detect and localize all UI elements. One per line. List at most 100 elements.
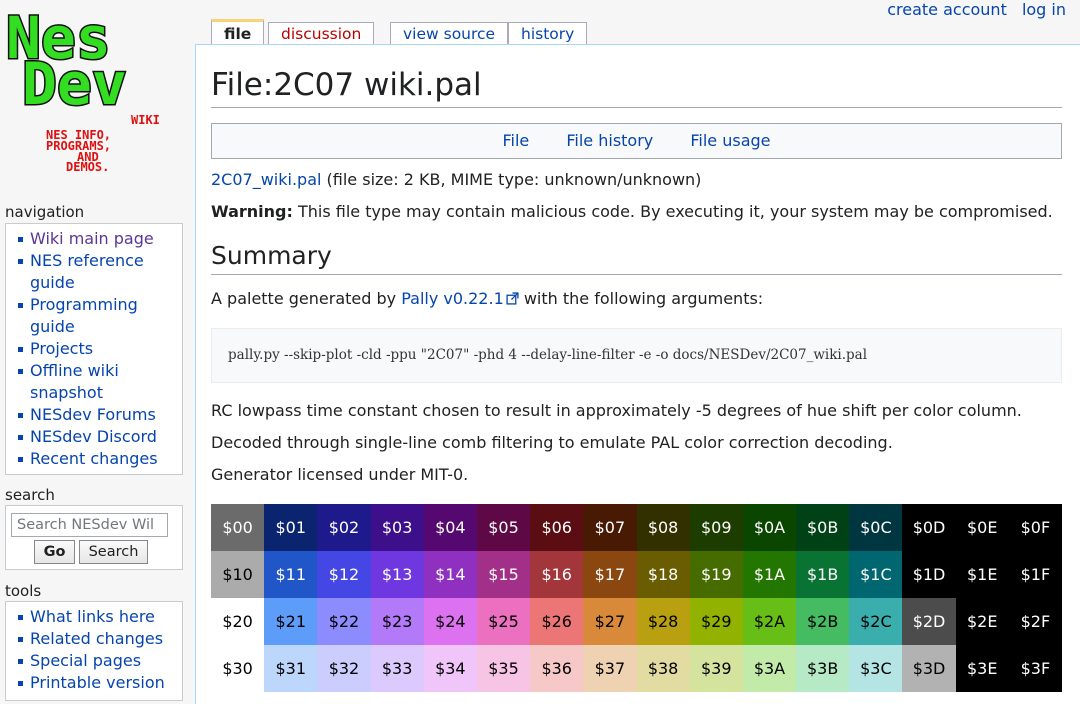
file-toc: File File history File usage <box>211 123 1062 159</box>
palette-cell: $10 <box>211 551 265 598</box>
tab-discussion-label: discussion <box>281 25 362 43</box>
search-heading: search <box>5 486 55 504</box>
nav-wiki-main-page[interactable]: Wiki main page <box>16 228 182 250</box>
palette-cell: $17 <box>583 551 637 598</box>
tab-view-source[interactable]: view source <box>390 22 509 45</box>
palette-cell: $30 <box>211 645 265 692</box>
palette-cell: $2B <box>796 598 850 645</box>
file-info-text: (file size: 2 KB, MIME type: unknown/unk… <box>321 170 702 189</box>
palette-cell: $2E <box>955 598 1009 645</box>
nav-projects[interactable]: Projects <box>16 338 182 360</box>
palette-row: $20 $21 $22 $23 $24 $25 $26 $27 $28 $29 $2A $2B $2C $… <box>211 598 1062 645</box>
palette-cell: $12 <box>317 551 371 598</box>
tab-history-label: history <box>521 25 575 43</box>
warning-text: This file type may contain malicious cod… <box>292 202 1053 221</box>
toc-file-link[interactable]: File <box>503 131 530 150</box>
desc-line-1: RC lowpass time constant chosen to resul… <box>211 401 1022 420</box>
palette-cell: $2F <box>1008 598 1062 645</box>
desc-line-3: Generator licensed under MIT-0. <box>211 465 469 484</box>
palette-cell: $15 <box>476 551 531 598</box>
tools-related-changes[interactable]: Related changes <box>16 628 182 650</box>
nesdev-wiki-logo[interactable]: Nes Dev WIKI NES INFO, PROGRAMS, AND DEM… <box>0 0 195 195</box>
tools-special-pages[interactable]: Special pages <box>16 650 182 672</box>
palette-cell: $1E <box>955 551 1009 598</box>
palette-cell: $2C <box>849 598 903 645</box>
palette-cell: $28 <box>636 598 690 645</box>
palette-cell: $23 <box>370 598 424 645</box>
palette-cell: $1C <box>849 551 903 598</box>
palette-cell: $20 <box>211 598 265 645</box>
palette-cell: $19 <box>689 551 743 598</box>
tab-file-label: file <box>224 25 252 43</box>
nav-nesdev-discord[interactable]: NESdev Discord <box>16 426 182 448</box>
palette-cell: $1D <box>902 551 956 598</box>
palette-cell: $35 <box>476 645 531 692</box>
palette-cell: $31 <box>264 645 318 692</box>
nav-offline-wiki-snapshot[interactable]: Offline wiki snapshot <box>16 360 182 404</box>
palette-cell: $32 <box>317 645 371 692</box>
nav-programming-guide[interactable]: Programming guide <box>16 294 182 338</box>
toc-file-usage-link[interactable]: File usage <box>690 131 770 150</box>
nav-nesdev-forums[interactable]: NESdev Forums <box>16 404 182 426</box>
palette-cell: $2D <box>902 598 956 645</box>
palette-cell: $24 <box>423 598 477 645</box>
palette-cell: $22 <box>317 598 371 645</box>
palette-cell: $36 <box>530 645 584 692</box>
tab-view-source-label: view source <box>403 25 496 43</box>
palette-cell: $3D <box>902 645 956 692</box>
palette-cell: $3A <box>742 645 797 692</box>
palette-row: $10 $11 $12 $13 $14 $15 $16 $17 $18 $19 $1A $1B $1C $… <box>211 551 1062 598</box>
palette-cell: $34 <box>423 645 477 692</box>
palette-cell: $33 <box>370 645 424 692</box>
palette-cell: $02 <box>317 504 371 551</box>
go-button[interactable]: Go <box>34 540 75 564</box>
tab-discussion[interactable]: discussion <box>268 22 375 45</box>
command-block: pally.py --skip-plot -cld -ppu "2C07" -p… <box>211 328 1062 383</box>
palette-row: $00 $01 $02 $03 $04 $05 $06 $07 $08 $09 $0A $0B $0C $… <box>211 504 1062 551</box>
palette-cell: $03 <box>370 504 424 551</box>
palette-cell: $1B <box>796 551 850 598</box>
search-input[interactable]: Search NESdev Wil <box>11 513 168 537</box>
nav-recent-changes[interactable]: Recent changes <box>16 448 182 470</box>
palette-cell: $2A <box>742 598 797 645</box>
palette-cell: $16 <box>530 551 584 598</box>
file-info: 2C07_wiki.pal (file size: 2 KB, MIME typ… <box>211 169 701 191</box>
palette-cell: $29 <box>689 598 743 645</box>
palette-cell: $1A <box>742 551 797 598</box>
logo-tag4: DEMOS. <box>66 160 109 174</box>
tools-printable-version[interactable]: Printable version <box>16 672 182 694</box>
palette-row: $30 $31 $32 $33 $34 $35 $36 $37 $38 $39 $3A $3B $3C $… <box>211 645 1062 692</box>
tools-portal: What links here Related changes Special … <box>5 601 183 701</box>
create-account-link[interactable]: create account <box>887 0 1007 19</box>
palette-cell: $0B <box>796 504 850 551</box>
pally-external-link[interactable]: Pally v0.22.1 <box>401 289 504 308</box>
log-in-link[interactable]: log in <box>1022 0 1066 19</box>
navigation-portal: Wiki main page NES reference guide Progra… <box>5 223 183 475</box>
summary-heading: Summary <box>211 240 1062 275</box>
palette-cell: $07 <box>583 504 637 551</box>
palette-cell: $13 <box>370 551 424 598</box>
desc-line-2: Decoded through single-line comb filteri… <box>211 433 893 452</box>
toc-file-history-link[interactable]: File history <box>566 131 653 150</box>
search-button[interactable]: Search <box>79 540 148 564</box>
palette-cell: $1F <box>1008 551 1062 598</box>
file-download-link[interactable]: 2C07_wiki.pal <box>211 170 321 189</box>
palette-cell: $09 <box>689 504 743 551</box>
tab-file[interactable]: file <box>211 19 265 47</box>
content-area: File:2C07 wiki.pal File File history Fil… <box>195 44 1080 704</box>
warning-label: Warning: <box>211 202 293 221</box>
tools-what-links-here[interactable]: What links here <box>16 606 182 628</box>
nav-nes-reference-guide[interactable]: NES reference guide <box>16 250 182 294</box>
logo-wiki: WIKI <box>131 113 160 127</box>
tab-history[interactable]: history <box>508 22 588 45</box>
warning-paragraph: Warning: This file type may contain mali… <box>211 201 1053 223</box>
page-title: File:2C07 wiki.pal <box>211 65 1062 108</box>
external-link-icon <box>506 292 519 305</box>
tools-heading: tools <box>5 582 42 600</box>
palette-cell: $27 <box>583 598 637 645</box>
palette-cell: $14 <box>423 551 477 598</box>
palette-cell: $0E <box>955 504 1009 551</box>
palette-cell: $0D <box>902 504 956 551</box>
palette-cell: $18 <box>636 551 690 598</box>
palette-cell: $05 <box>476 504 531 551</box>
